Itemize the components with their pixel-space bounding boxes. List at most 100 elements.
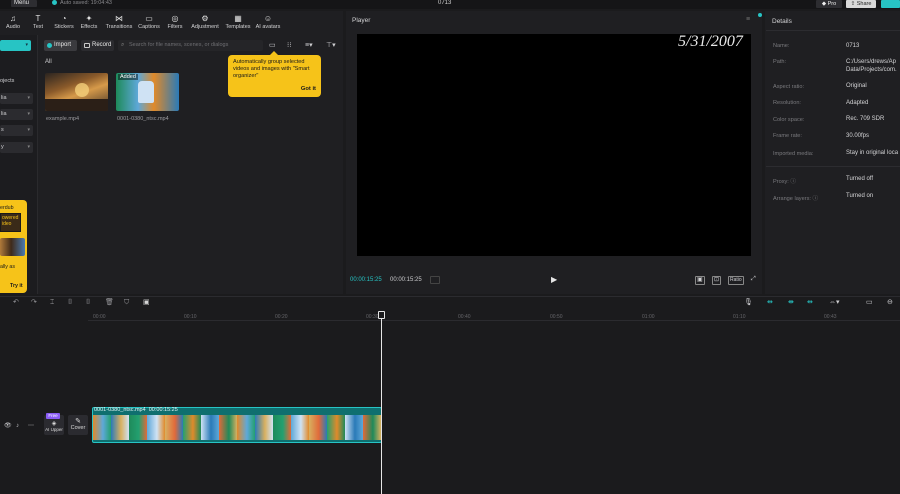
import-label: Import: [54, 42, 72, 48]
split-left-icon[interactable]: ⌷: [68, 298, 72, 307]
tool-captions[interactable]: ▭ Captions: [137, 14, 161, 30]
media-item-example[interactable]: [45, 73, 108, 111]
rail-item-2[interactable]: lia ▾: [0, 109, 33, 120]
media-search-input[interactable]: ⌕ Search for file names, scenes, or dialo…: [118, 40, 263, 51]
rail-item-0[interactable]: ▾: [0, 40, 31, 51]
layout-icon[interactable]: ⁝⁝: [287, 41, 291, 50]
current-time: 00:00:15:25: [350, 277, 382, 283]
filters-icon: ◎: [171, 14, 179, 23]
info-icon[interactable]: ⓘ: [813, 196, 819, 202]
zoom-out-icon[interactable]: ⊖: [887, 298, 893, 307]
rail-heading: ojects: [0, 78, 15, 84]
media-item-name: 0001-0380_ntsc.mp4: [117, 116, 169, 122]
tool-stickers[interactable]: ◔ Stickers: [53, 14, 75, 30]
marker-icon[interactable]: ⛉: [124, 298, 129, 307]
all-filter-label[interactable]: All: [45, 59, 52, 65]
tool-transitions[interactable]: ⋈ Transitions: [104, 14, 134, 30]
info-icon[interactable]: ⓘ: [790, 179, 796, 185]
got-it-button[interactable]: Got it: [301, 86, 316, 93]
tool-label: Transitions: [105, 24, 133, 30]
text-icon: T: [35, 14, 41, 23]
more-icon[interactable]: ⋯: [28, 422, 34, 431]
zoom-fit-icon[interactable]: ▭: [866, 298, 873, 307]
play-button[interactable]: ▶: [551, 275, 557, 284]
timecode-format-icon[interactable]: [430, 276, 440, 284]
templates-icon: ▦: [234, 14, 242, 23]
split-icon[interactable]: ⌶: [50, 298, 54, 307]
tool-filters[interactable]: ◎ Filters: [166, 14, 184, 30]
pencil-icon: ✎: [75, 418, 81, 425]
clip-label: 0001-0380_ntsc.mp4 00:00:15:25: [94, 407, 178, 413]
preview-axis-icon[interactable]: ⇔▾: [829, 298, 840, 307]
rail-item-1[interactable]: lia ▾: [0, 93, 33, 104]
visibility-icon[interactable]: 👁: [4, 422, 12, 431]
sort-icon[interactable]: ≡▾: [305, 41, 313, 50]
pro-button[interactable]: ◆ Pro: [816, 0, 842, 8]
fit-icon[interactable]: ⊡: [712, 276, 722, 285]
tool-label: Templates: [225, 24, 251, 30]
playhead-handle[interactable]: [378, 311, 385, 319]
timeline-ruler[interactable]: [88, 311, 900, 321]
media-item-ntsc[interactable]: Added: [116, 73, 179, 111]
project-title[interactable]: 0713: [438, 0, 451, 7]
main-track-magnet-icon[interactable]: ⇹: [767, 298, 773, 307]
ruler-tick: 00:50: [550, 314, 563, 320]
tool-audio[interactable]: ♫ Audio: [4, 14, 22, 30]
linkage-icon[interactable]: ⇹: [807, 298, 813, 307]
microphone-icon[interactable]: 🎙: [744, 298, 753, 307]
video-preview[interactable]: [357, 34, 751, 256]
tool-text[interactable]: T Text: [30, 14, 46, 30]
export-button[interactable]: [881, 0, 900, 8]
tool-label: Text: [32, 24, 44, 30]
rail-item-3[interactable]: s ▾: [0, 125, 33, 136]
delete-icon[interactable]: 🗑: [105, 298, 114, 307]
divider: [766, 166, 900, 167]
record-button[interactable]: Record: [81, 40, 114, 51]
share-button[interactable]: ⇪ Share: [846, 0, 876, 8]
crop-icon[interactable]: ▣: [143, 298, 150, 307]
ratio-button[interactable]: Ratio: [728, 276, 744, 285]
detail-label-framerate: Frame rate:: [773, 133, 802, 139]
detail-value-colorspace: Rec. 709 SDR: [846, 116, 885, 122]
clip-frame: [165, 415, 183, 440]
smart-organizer-icon[interactable]: ▭: [269, 41, 276, 50]
tool-label: Captions: [138, 24, 160, 30]
rail-item-4[interactable]: y ▾: [0, 142, 33, 153]
detail-value-resolution: Adapted: [846, 100, 869, 106]
track-controls: 👁 ♪ ⋯: [0, 418, 40, 434]
player-menu-icon[interactable]: ≡: [746, 16, 750, 23]
arrange-label: Arrange layers:: [773, 196, 811, 202]
promo-card[interactable]: erdub owered ideo ally as Try it: [0, 200, 27, 293]
audio-toggle-icon[interactable]: ♪: [16, 422, 19, 431]
tool-ai-avatars[interactable]: ☺ AI avatars: [254, 14, 282, 30]
thumbnail-ground: [45, 99, 108, 111]
timeline-toolbar: [0, 296, 900, 310]
tool-adjustment[interactable]: ⚙ Adjustment: [189, 14, 221, 30]
undo-icon[interactable]: ↶: [13, 298, 19, 307]
chevron-down-icon: ▾: [25, 42, 28, 48]
ruler-tick: 00:20: [275, 314, 288, 320]
thumbnail-figure: [138, 81, 154, 103]
promo-thumbnail: [0, 238, 25, 256]
import-button[interactable]: Import: [44, 40, 77, 51]
detail-value-framerate: 30.00fps: [846, 133, 870, 139]
tool-effects[interactable]: ✦ Effects: [79, 14, 99, 30]
asset-toolbar: ♫ Audio T Text ◔ Stickers ✦ Effects ⋈ Transit…: [0, 11, 343, 35]
clip-frame: [273, 415, 291, 440]
ai-upper-button[interactable]: Free ◈ AI Upper: [44, 413, 64, 435]
detail-value-proxy: Turned off: [846, 176, 874, 182]
split-right-icon[interactable]: ⌷: [86, 298, 90, 307]
menu-button[interactable]: Menu: [11, 0, 37, 7]
promo-try-button[interactable]: Try it: [10, 283, 23, 289]
playhead[interactable]: [381, 311, 382, 494]
detail-value-name: 0713: [846, 43, 860, 49]
auto-snap-icon[interactable]: ⇼: [788, 298, 794, 307]
smart-organizer-tooltip: Automatically group selected videos and …: [228, 51, 321, 97]
filter-icon[interactable]: ⊤▾: [326, 41, 336, 50]
fullscreen-icon[interactable]: ⤢: [750, 276, 757, 283]
redo-icon[interactable]: ↷: [31, 298, 37, 307]
cloud-saved-icon: [52, 0, 57, 6]
tool-templates[interactable]: ▦ Templates: [224, 14, 252, 30]
full-quality-icon[interactable]: ▣: [695, 276, 705, 285]
cover-button[interactable]: ✎ Cover: [68, 415, 88, 435]
